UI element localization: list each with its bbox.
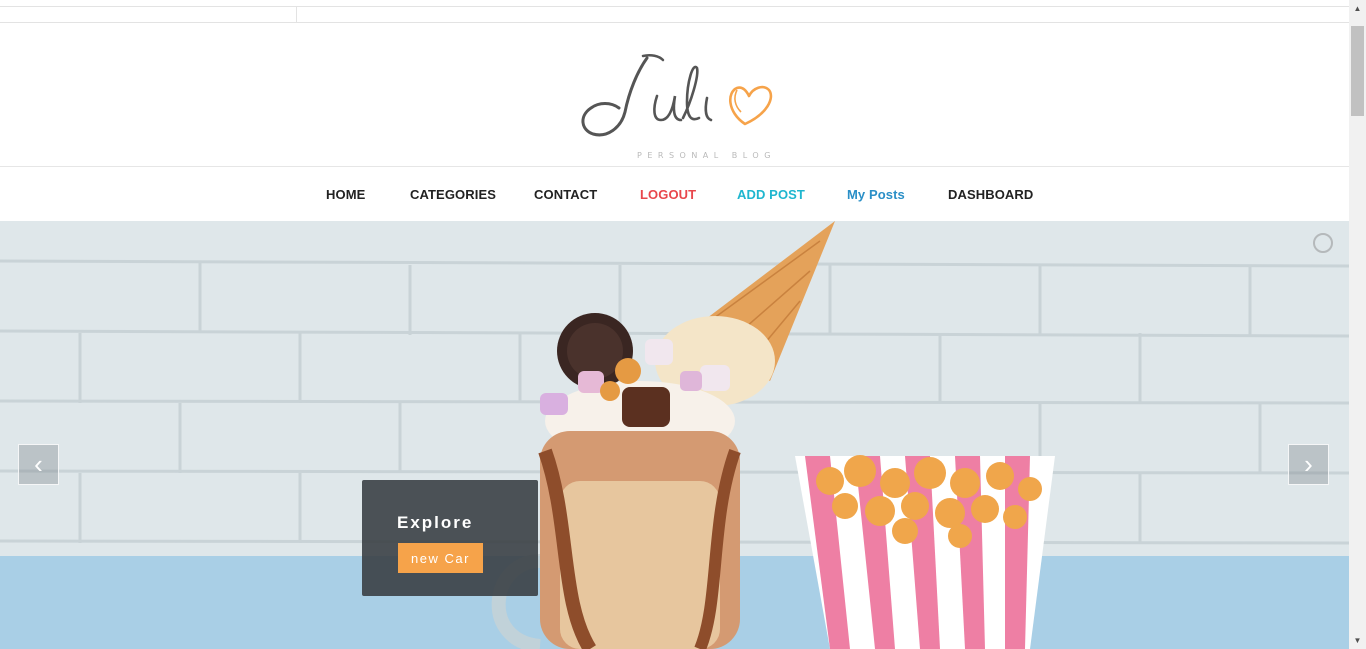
slider-next-button[interactable]: ›: [1288, 444, 1329, 485]
nav-dashboard[interactable]: DASHBOARD: [948, 187, 1033, 202]
site-logo[interactable]: PERSONAL BLOG: [577, 52, 782, 167]
scroll-up-icon[interactable]: ▲: [1349, 0, 1366, 17]
slide-caption-button[interactable]: new Car: [398, 543, 483, 573]
hero-slider: ‹ › Explore new Car: [0, 221, 1349, 649]
chevron-right-icon: ›: [1304, 449, 1313, 479]
logo-graphic: PERSONAL BLOG: [581, 53, 776, 160]
nav-categories[interactable]: CATEGORIES: [410, 187, 496, 202]
nav-logout[interactable]: LOGOUT: [640, 187, 696, 202]
nav-contact[interactable]: CONTACT: [534, 187, 597, 202]
top-bar-divider: [296, 7, 297, 22]
slider-prev-button[interactable]: ‹: [18, 444, 59, 485]
slide-caption: Explore new Car: [362, 480, 538, 596]
logo-tagline: PERSONAL BLOG: [637, 151, 776, 160]
chevron-left-icon: ‹: [34, 449, 43, 479]
site-header: PERSONAL BLOG: [0, 22, 1349, 166]
top-bar: [0, 6, 1349, 23]
main-nav: HOME CATEGORIES CONTACT LOGOUT ADD POST …: [0, 166, 1349, 221]
nav-add-post[interactable]: ADD POST: [737, 187, 805, 202]
nav-home[interactable]: HOME: [326, 187, 365, 202]
slider-loader-icon: [1313, 233, 1333, 253]
scroll-down-icon[interactable]: ▼: [1349, 632, 1366, 649]
slide-image: [0, 221, 1349, 649]
scrollbar-thumb[interactable]: [1351, 26, 1364, 116]
nav-my-posts[interactable]: My Posts: [847, 187, 905, 202]
page-scrollbar[interactable]: ▲ ▼: [1349, 0, 1366, 649]
slide-caption-title: Explore: [397, 513, 474, 532]
